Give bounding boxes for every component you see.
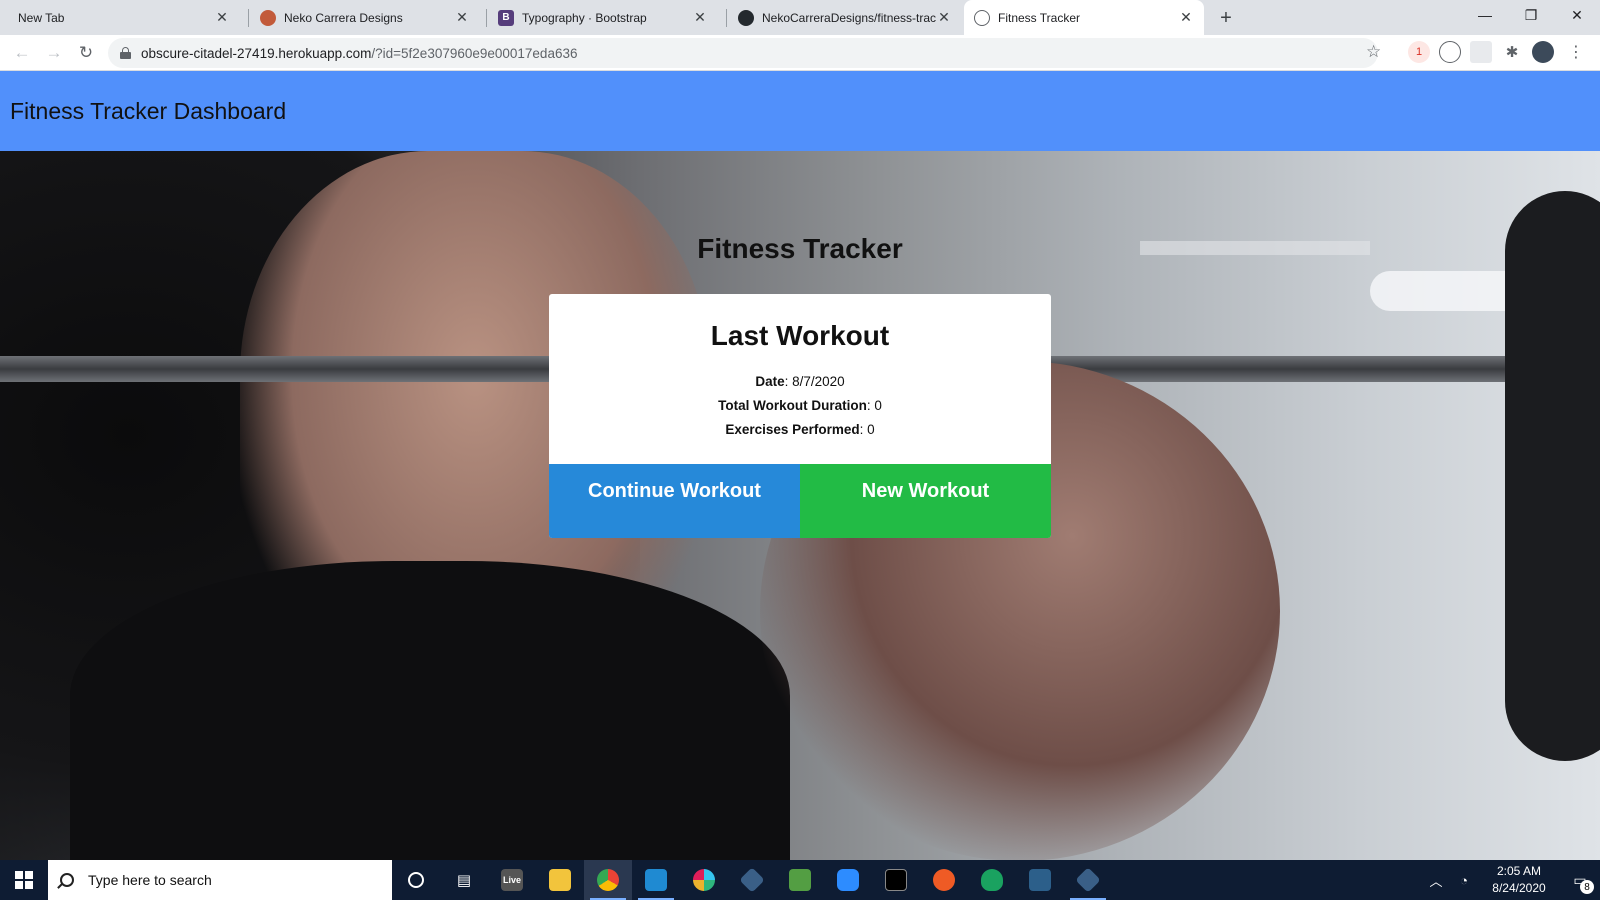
new-tab-button[interactable]: +	[1214, 6, 1238, 30]
lock-icon	[120, 47, 131, 59]
windows-logo-icon	[15, 871, 33, 889]
tab-title: NekoCarreraDesigns/fitness-trac	[762, 10, 936, 25]
close-icon[interactable]: ✕	[214, 9, 230, 26]
tab-title: New Tab	[18, 10, 65, 25]
stat-value: : 0	[866, 398, 882, 413]
postman-icon[interactable]	[920, 860, 968, 900]
close-icon[interactable]: ✕	[692, 9, 708, 26]
stat-duration: Total Workout Duration: 0	[549, 394, 1051, 418]
address-bar[interactable]: obscure-citadel-27419.herokuapp.com/?id=…	[108, 38, 1378, 68]
stat-value: : 0	[859, 422, 875, 437]
stat-label: Total Workout Duration	[718, 398, 867, 413]
new-workout-button[interactable]: New Workout	[800, 464, 1051, 538]
cortana-icon[interactable]	[392, 860, 440, 900]
vscode-icon[interactable]	[632, 860, 680, 900]
terminal-icon[interactable]	[872, 860, 920, 900]
tab-title: Fitness Tracker	[998, 10, 1081, 25]
tab-title: Typography · Bootstrap	[522, 10, 647, 25]
back-arrow-icon[interactable]: ←	[10, 41, 34, 65]
browser-toolbar: ← → ↻ obscure-citadel-27419.herokuapp.co…	[0, 35, 1600, 71]
tab-title: Neko Carrera Designs	[284, 10, 403, 25]
close-window-button[interactable]: ✕	[1554, 0, 1600, 30]
page-title: Fitness Tracker	[697, 233, 903, 264]
tab-new-tab[interactable]: New Tab ✕	[8, 0, 240, 35]
chrome-icon[interactable]	[584, 860, 632, 900]
git-icon[interactable]	[728, 860, 776, 900]
search-icon	[60, 873, 74, 887]
mysql-workbench-icon[interactable]	[1016, 860, 1064, 900]
neko-favicon-icon	[260, 9, 276, 26]
gitkraken-icon[interactable]	[1064, 860, 1112, 900]
browser-tab-strip: New Tab ✕ Neko Carrera Designs ✕ B Typog…	[0, 0, 1600, 35]
live-label: Live	[501, 869, 523, 891]
top-navbar: Fitness Tracker Dashboard	[0, 71, 1600, 151]
stat-exercises: Exercises Performed: 0	[549, 418, 1051, 442]
card-title: Last Workout	[710, 320, 890, 351]
chevron-up-icon[interactable]: ︿	[1422, 871, 1450, 890]
close-icon[interactable]: ✕	[1178, 9, 1194, 26]
minimize-button[interactable]: —	[1462, 0, 1508, 30]
extension-circle-icon[interactable]	[1439, 41, 1461, 63]
restore-button[interactable]: ❐	[1508, 0, 1554, 30]
continue-workout-button[interactable]: Continue Workout	[549, 464, 800, 538]
tab-separator	[486, 9, 487, 27]
notification-center-icon[interactable]: ▭ 8	[1560, 860, 1600, 900]
extension-badge-icon[interactable]: 1	[1408, 41, 1430, 63]
nodejs-icon[interactable]	[776, 860, 824, 900]
url-path: /?id=5f2e307960e9e00017eda636	[371, 45, 578, 61]
stat-date: Date: 8/7/2020	[549, 370, 1051, 394]
system-tray: ︿ ◔ 2:05 AM 8/24/2020 ▭ 8	[1422, 860, 1600, 900]
tab-separator	[248, 9, 249, 27]
workout-stats: Date: 8/7/2020 Total Workout Duration: 0…	[549, 370, 1051, 442]
live-icon[interactable]: Live	[488, 860, 536, 900]
bookmark-star-icon[interactable]: ☆	[1366, 42, 1381, 62]
zoom-icon[interactable]	[824, 860, 872, 900]
profile-avatar[interactable]	[1532, 41, 1554, 63]
search-placeholder: Type here to search	[88, 872, 212, 888]
github-favicon-icon	[738, 9, 754, 26]
robo3t-icon[interactable]	[968, 860, 1016, 900]
windows-taskbar: Type here to search ▤ Live ︿ ◔ 2:05 AM 8…	[0, 860, 1600, 900]
windows-start-button[interactable]	[0, 860, 48, 900]
stat-value: : 8/7/2020	[784, 374, 845, 389]
wifi-icon[interactable]: ◔	[1450, 873, 1478, 888]
file-explorer-icon[interactable]	[536, 860, 584, 900]
last-workout-card: Last Workout Date: 8/7/2020 Total Workou…	[549, 294, 1051, 538]
url-host: obscure-citadel-27419.herokuapp.com	[141, 45, 372, 61]
stat-label: Exercises Performed	[725, 422, 860, 437]
close-icon[interactable]: ✕	[936, 9, 952, 26]
extension-square-icon[interactable]	[1470, 41, 1492, 63]
bootstrap-favicon-icon: B	[498, 9, 514, 26]
system-clock[interactable]: 2:05 AM 8/24/2020	[1478, 863, 1560, 897]
stat-label: Date	[755, 374, 785, 389]
taskbar-search-input[interactable]: Type here to search	[48, 860, 392, 900]
black-tank-top	[70, 561, 790, 860]
globe-favicon-icon	[974, 9, 990, 26]
tab-github-repo[interactable]: NekoCarreraDesigns/fitness-trac ✕	[728, 0, 962, 35]
card-actions: Continue Workout New Workout	[549, 464, 1051, 538]
reload-icon[interactable]: ↻	[74, 41, 98, 65]
tab-fitness-tracker[interactable]: Fitness Tracker ✕	[964, 0, 1204, 35]
weight-plate	[1505, 191, 1600, 761]
clock-time: 2:05 AM	[1496, 864, 1542, 878]
extensions-puzzle-icon[interactable]: ✱	[1501, 41, 1523, 63]
close-icon[interactable]: ✕	[454, 9, 470, 26]
notification-count: 8	[1580, 880, 1594, 894]
tab-typography-bootstrap[interactable]: B Typography · Bootstrap ✕	[488, 0, 718, 35]
tab-separator	[726, 9, 727, 27]
tab-neko-carrera-designs[interactable]: Neko Carrera Designs ✕	[250, 0, 480, 35]
forward-arrow-icon[interactable]: →	[42, 41, 66, 65]
clock-date: 8/24/2020	[1492, 881, 1546, 895]
slack-icon[interactable]	[680, 860, 728, 900]
extension-badge-count: 1	[1415, 46, 1423, 58]
navbar-brand[interactable]: Fitness Tracker Dashboard	[10, 98, 286, 125]
task-view-icon[interactable]: ▤	[440, 860, 488, 900]
menu-kebab-icon[interactable]: ⋮	[1565, 41, 1587, 63]
web-page: Fitness Tracker Dashboard Fitness Tracke…	[0, 71, 1600, 860]
